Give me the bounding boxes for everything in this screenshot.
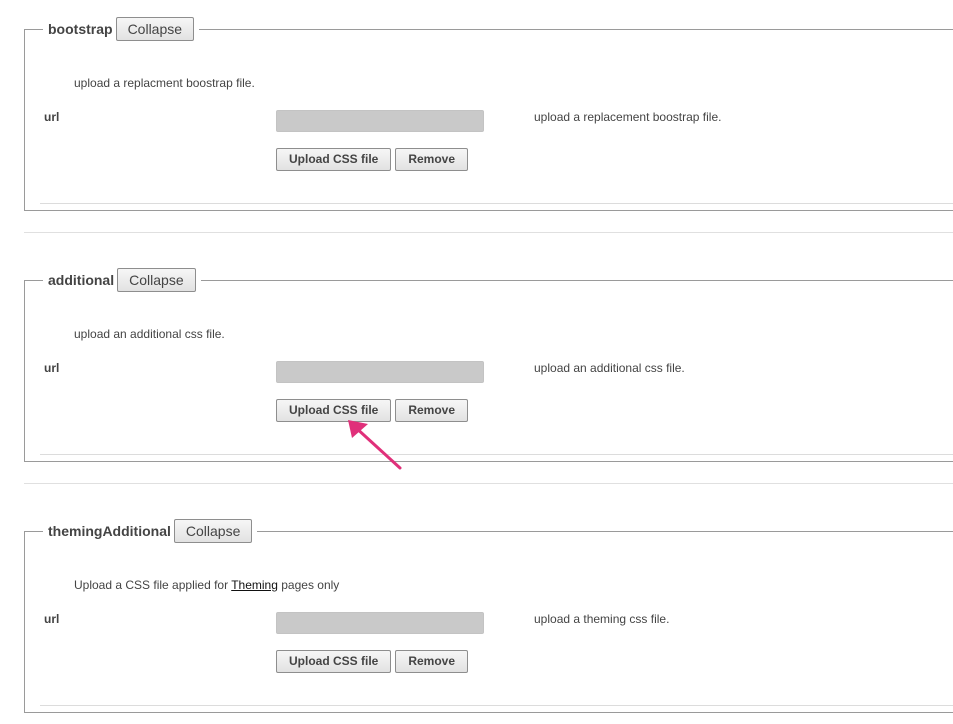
button-row: Upload CSS file Remove <box>276 148 469 171</box>
section-header: themingAdditional Collapse <box>43 519 258 543</box>
remove-button[interactable]: Remove <box>395 148 469 171</box>
remove-button[interactable]: Remove <box>395 650 469 673</box>
divider <box>40 705 953 706</box>
description-text-after: pages only <box>281 578 340 592</box>
url-help-text: upload a theming css file. <box>534 612 670 626</box>
url-help-text: upload an additional css file. <box>534 361 685 375</box>
theming-link[interactable]: Theming <box>231 578 278 592</box>
collapse-button[interactable]: Collapse <box>117 268 196 292</box>
url-input[interactable] <box>276 361 484 383</box>
section-description: Upload a CSS file applied for Theming pa… <box>74 578 339 592</box>
collapse-button[interactable]: Collapse <box>115 17 195 41</box>
section-description: upload an additional css file. <box>74 327 225 341</box>
section-header: bootstrap Collapse <box>43 17 200 41</box>
section-additional: additional Collapse upload an additional… <box>24 268 953 462</box>
divider <box>40 203 953 204</box>
description-text-before: Upload a CSS file applied for <box>74 578 229 592</box>
section-description: upload a replacment boostrap file. <box>74 76 255 90</box>
section-title: additional <box>48 272 115 288</box>
section-title: bootstrap <box>48 21 113 37</box>
upload-css-button[interactable]: Upload CSS file <box>276 148 392 171</box>
url-label: url <box>44 110 60 124</box>
url-help-text: upload a replacement boostrap file. <box>534 110 722 124</box>
section-separator <box>24 232 953 233</box>
section-theming-additional: themingAdditional Collapse Upload a CSS … <box>24 519 953 713</box>
section-title: themingAdditional <box>48 523 171 539</box>
url-input[interactable] <box>276 110 484 132</box>
collapse-button[interactable]: Collapse <box>173 519 253 543</box>
upload-css-button[interactable]: Upload CSS file <box>276 650 392 673</box>
url-label: url <box>44 361 60 375</box>
divider <box>40 454 953 455</box>
url-label: url <box>44 612 60 626</box>
section-bootstrap: bootstrap Collapse upload a replacment b… <box>24 17 953 211</box>
section-separator <box>24 483 953 484</box>
url-input[interactable] <box>276 612 484 634</box>
button-row: Upload CSS file Remove <box>276 650 469 673</box>
pointer-arrow-icon <box>348 420 402 470</box>
section-header: additional Collapse <box>43 268 201 292</box>
